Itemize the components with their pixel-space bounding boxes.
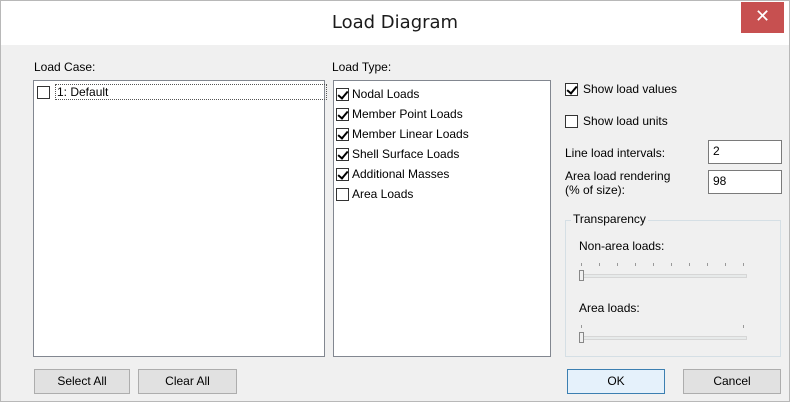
load-type-item[interactable]: Additional Masses [336, 166, 546, 184]
slider-thumb[interactable] [579, 270, 584, 281]
transparency-title: Transparency [571, 212, 648, 226]
area-load-rendering-label: Area load rendering (% of size): [565, 169, 670, 197]
clear-all-button[interactable]: Clear All [138, 369, 237, 394]
load-diagram-dialog: Load Diagram ✕ Load Case: 1: Default Loa… [0, 0, 790, 402]
area-loads-checkbox[interactable] [336, 188, 349, 201]
load-type-label: Load Type: [332, 60, 392, 74]
slider-track [579, 336, 747, 340]
slider-track [579, 274, 747, 278]
load-type-item-label: Area Loads [352, 187, 414, 201]
load-case-list[interactable]: 1: Default [33, 80, 327, 357]
show-load-units-checkbox[interactable] [565, 115, 578, 128]
load-case-item[interactable]: 1: Default [37, 84, 327, 102]
shell-surface-loads-checkbox[interactable] [336, 148, 349, 161]
cancel-button[interactable]: Cancel [683, 369, 781, 394]
ok-button[interactable]: OK [567, 369, 665, 394]
show-load-values-label: Show load values [583, 82, 678, 96]
close-icon: ✕ [754, 6, 771, 27]
area-load-rendering-input[interactable]: 98 [708, 170, 782, 194]
member-point-loads-checkbox[interactable] [336, 108, 349, 121]
area-loads-label: Area loads: [579, 301, 640, 315]
load-type-item-label: Shell Surface Loads [352, 147, 460, 161]
line-load-intervals-label: Line load intervals: [565, 146, 666, 160]
dialog-title: Load Diagram [331, 12, 459, 33]
load-type-item[interactable]: Nodal Loads [336, 86, 546, 104]
load-type-item[interactable]: Area Loads [336, 186, 546, 204]
show-load-units-option[interactable]: Show load units [565, 113, 765, 131]
load-type-item-label: Member Point Loads [352, 107, 463, 121]
load-type-item-label: Nodal Loads [352, 87, 420, 101]
non-area-loads-slider[interactable] [579, 263, 747, 285]
load-type-item[interactable]: Shell Surface Loads [336, 146, 546, 164]
non-area-loads-label: Non-area loads: [579, 239, 665, 253]
line-load-intervals-input[interactable]: 2 [708, 140, 782, 164]
load-case-label: Load Case: [34, 60, 96, 74]
area-loads-slider[interactable] [579, 325, 747, 347]
select-all-button[interactable]: Select All [34, 369, 130, 394]
load-type-item-label: Additional Masses [352, 167, 450, 181]
load-type-item[interactable]: Member Point Loads [336, 106, 546, 124]
show-load-values-checkbox[interactable] [565, 83, 578, 96]
additional-masses-checkbox[interactable] [336, 168, 349, 181]
area-load-rendering-label-line1: Area load rendering [565, 169, 671, 183]
member-linear-loads-checkbox[interactable] [336, 128, 349, 141]
close-button[interactable]: ✕ [741, 2, 784, 33]
load-case-checkbox[interactable] [37, 86, 50, 99]
nodal-loads-checkbox[interactable] [336, 88, 349, 101]
slider-thumb[interactable] [579, 332, 584, 343]
show-load-values-option[interactable]: Show load values [565, 81, 765, 99]
load-type-item[interactable]: Member Linear Loads [336, 126, 546, 144]
load-type-item-label: Member Linear Loads [352, 127, 469, 141]
area-load-rendering-label-line2: (% of size): [565, 183, 626, 197]
load-case-item-label: 1: Default [57, 85, 109, 99]
show-load-units-label: Show load units [583, 114, 668, 128]
title-bar: Load Diagram ✕ [1, 1, 789, 45]
load-type-list[interactable]: Nodal Loads Member Point Loads Member Li… [333, 80, 551, 357]
